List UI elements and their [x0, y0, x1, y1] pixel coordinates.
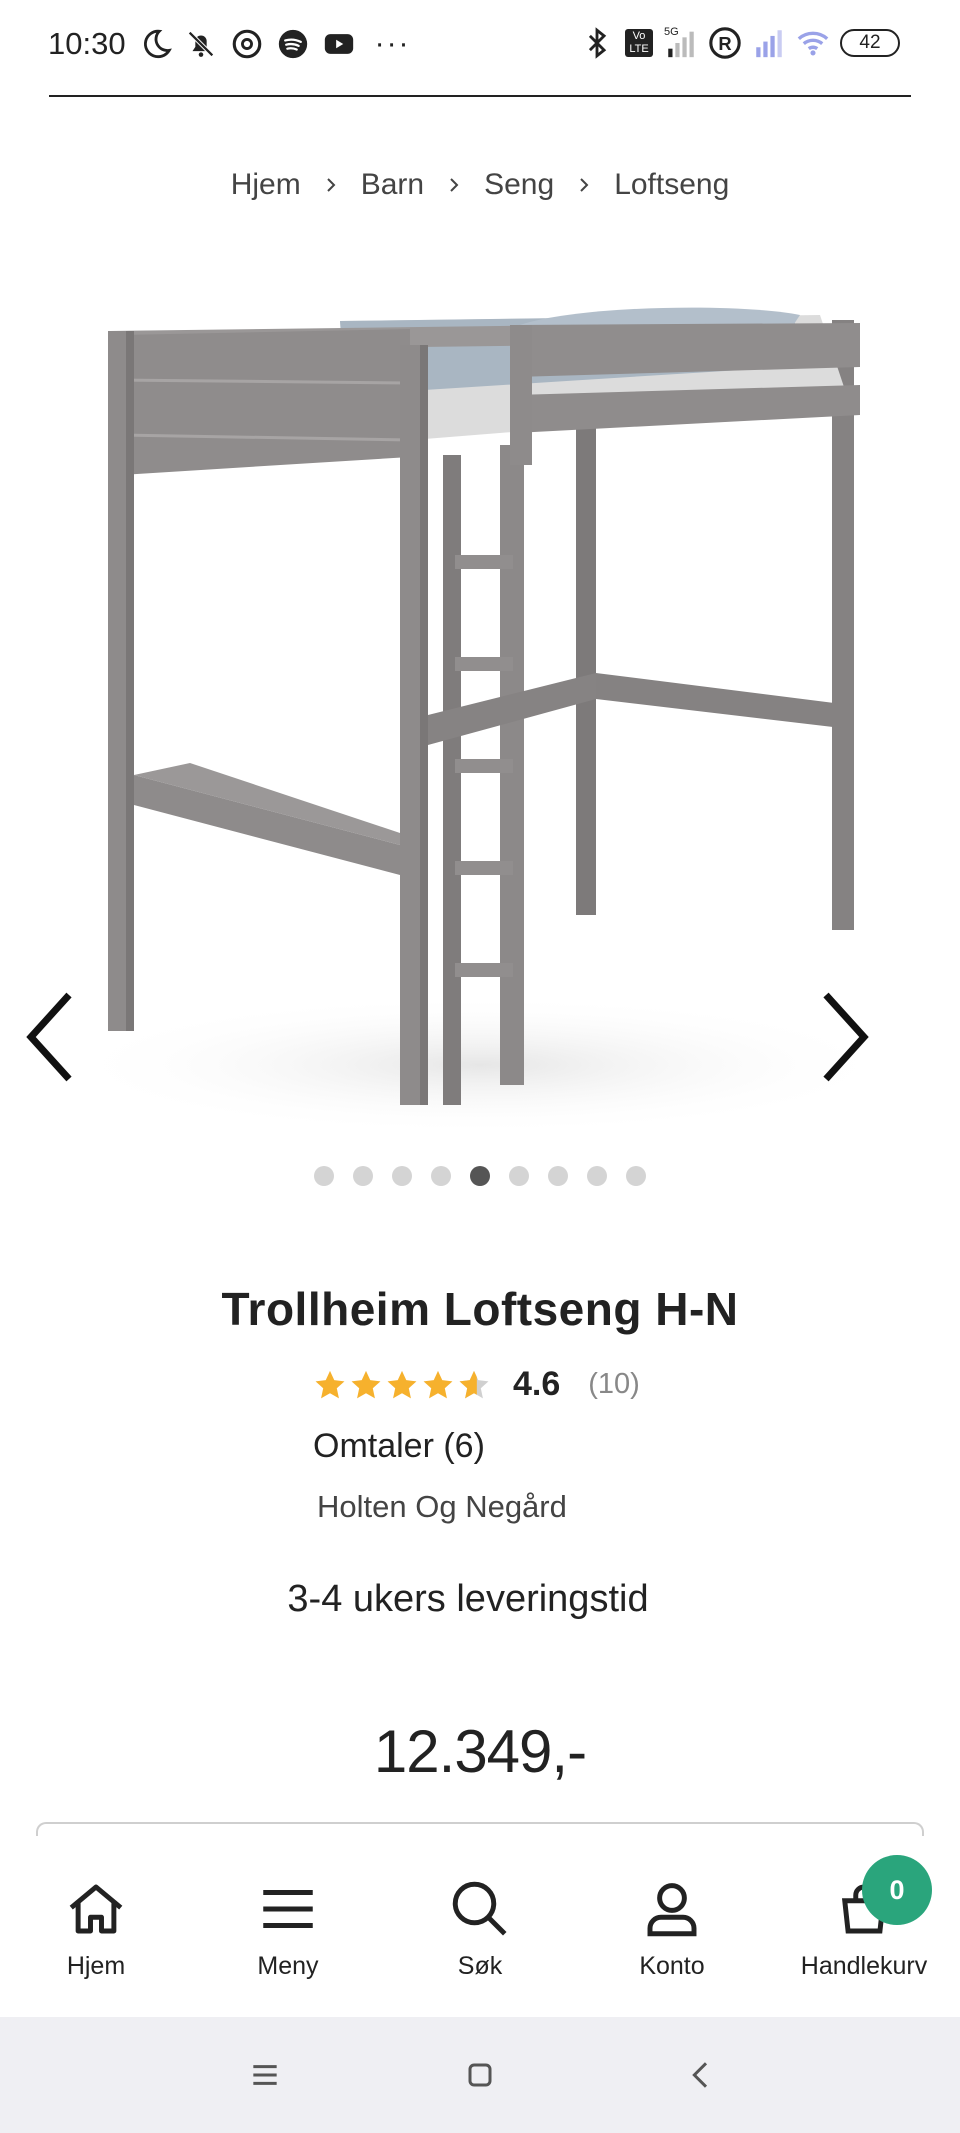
gallery-dot[interactable] [392, 1166, 412, 1186]
chevron-right-icon [446, 177, 462, 193]
section-divider [36, 1822, 924, 1836]
gallery-dot[interactable] [626, 1166, 646, 1186]
nav-cart[interactable]: Handlekurv 0 [768, 1836, 960, 2016]
more-dots-icon: ··· [374, 27, 411, 60]
product-image[interactable] [60, 285, 900, 1145]
registered-icon: R [708, 26, 742, 60]
battery-indicator: 42 [840, 29, 900, 57]
star-icon [315, 1370, 345, 1398]
nav-account[interactable]: Konto [576, 1836, 768, 2016]
nav-search[interactable]: Søk [384, 1836, 576, 2016]
back-chevron-icon [692, 2062, 708, 2088]
status-bar-left: 10:30 ··· [48, 26, 418, 62]
home-system-button[interactable] [458, 2053, 502, 2097]
product-gallery [0, 285, 960, 1155]
menu-lines-icon [253, 2065, 277, 2085]
moon-icon [138, 27, 172, 61]
product-price: 12.349,- [373, 1718, 587, 1785]
search-icon [447, 1876, 513, 1942]
gallery-dot[interactable] [548, 1166, 568, 1186]
delivery-time: 3-4 ukers leveringstid [287, 1578, 649, 1620]
chevron-right-icon [576, 177, 592, 193]
gallery-dot[interactable] [353, 1166, 373, 1186]
chevron-right-icon [323, 177, 339, 193]
status-bar: 10:30 ··· Vo LTE 5G R 42 [0, 0, 960, 94]
breadcrumb: Hjem Barn Seng Loftseng [0, 168, 960, 202]
chevron-right-icon [823, 992, 869, 1082]
rating-row[interactable]: 4.6 (10) [313, 1365, 640, 1404]
status-bar-right: Vo LTE 5G R 42 [580, 26, 900, 60]
bottom-nav: Hjem Meny Søk Konto Handlekurv 0 [0, 1836, 960, 2016]
nav-label: Konto [639, 1952, 705, 1980]
back-system-button[interactable] [679, 2053, 723, 2097]
gallery-dot-active[interactable] [470, 1166, 490, 1186]
nav-label: Meny [257, 1952, 319, 1980]
user-icon [639, 1876, 705, 1942]
signal-icon [752, 26, 786, 60]
recent-apps-button[interactable] [243, 2053, 287, 2097]
rating-value: 4.6 [513, 1365, 561, 1403]
cart-count-badge: 0 [862, 1855, 932, 1925]
signal-5g-icon: 5G [664, 26, 698, 60]
rating-stars [313, 1368, 491, 1402]
brand-link[interactable]: Holten Og Negård [317, 1489, 567, 1525]
threads-icon [230, 27, 264, 61]
bell-off-icon [184, 27, 218, 61]
star-icon [423, 1370, 453, 1398]
breadcrumb-item-seng[interactable]: Seng [484, 168, 554, 202]
product-title: Trollheim Loftseng H-N [221, 1283, 739, 1335]
star-half-icon [459, 1370, 489, 1398]
gallery-dot[interactable] [587, 1166, 607, 1186]
status-divider [49, 95, 911, 97]
gallery-next-button[interactable] [815, 987, 875, 1087]
reviews-link[interactable]: Omtaler (6) [313, 1427, 485, 1466]
system-nav-bar [0, 2017, 960, 2133]
registered-label: R [718, 33, 731, 54]
wifi-icon [796, 26, 830, 60]
breadcrumb-item-barn[interactable]: Barn [361, 168, 424, 202]
star-icon [351, 1370, 381, 1398]
gallery-prev-button[interactable] [20, 987, 80, 1087]
bluetooth-icon [580, 26, 614, 60]
chevron-left-icon [26, 992, 72, 1082]
nav-label: Hjem [66, 1952, 126, 1980]
spotify-icon [276, 27, 310, 61]
nav-label: Handlekurv [800, 1952, 928, 1980]
nav-label: Søk [457, 1952, 503, 1980]
gallery-dot[interactable] [431, 1166, 451, 1186]
nav-menu[interactable]: Meny [192, 1836, 384, 2016]
breadcrumb-item-loftseng[interactable]: Loftseng [614, 168, 729, 202]
nav-home[interactable]: Hjem [0, 1836, 192, 2016]
breadcrumb-item-hjem[interactable]: Hjem [231, 168, 301, 202]
network-label: 5G [664, 26, 679, 38]
square-icon [468, 2063, 492, 2087]
gallery-dot[interactable] [314, 1166, 334, 1186]
rating-count: (10) [588, 1368, 640, 1400]
volte-label: Vo LTE [625, 29, 653, 57]
youtube-icon [322, 27, 356, 61]
gallery-dot[interactable] [509, 1166, 529, 1186]
menu-icon [255, 1876, 321, 1942]
volte-icon: Vo LTE [624, 26, 654, 60]
star-icon [387, 1370, 417, 1398]
status-time: 10:30 [48, 26, 126, 61]
home-icon [63, 1876, 129, 1942]
gallery-dots [0, 1166, 960, 1186]
